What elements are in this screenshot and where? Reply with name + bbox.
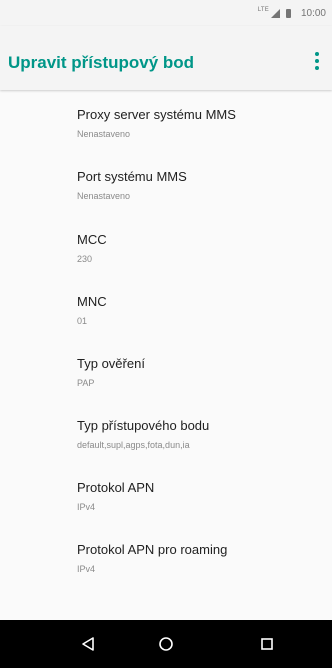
status-bar: LTE 10:00 <box>0 0 332 26</box>
pref-summary: default,supl,agps,fota,dun,ia <box>77 440 190 450</box>
pref-mms-proxy[interactable]: Proxy server systému MMS Nenastaveno <box>77 107 327 139</box>
pref-title: Protokol APN pro roaming <box>77 542 228 557</box>
pref-title: Typ přístupového bodu <box>77 418 210 433</box>
navigation-bar <box>0 620 332 668</box>
more-vert-icon-dot <box>315 59 319 63</box>
app-bar: Upravit přístupový bod <box>0 26 332 90</box>
pref-auth-type[interactable]: Typ ověření PAP <box>77 356 327 388</box>
recents-button[interactable] <box>247 620 287 668</box>
pref-mnc[interactable]: MNC 01 <box>77 294 327 326</box>
more-options-button[interactable] <box>310 50 324 72</box>
pref-mms-port[interactable]: Port systému MMS Nenastaveno <box>77 169 327 201</box>
pref-summary: Nenastaveno <box>77 191 131 201</box>
pref-title: Typ ověření <box>77 356 145 371</box>
more-vert-icon <box>315 52 319 56</box>
battery-icon <box>285 8 291 18</box>
pref-summary: PAP <box>77 378 95 388</box>
pref-title: Port systému MMS <box>77 169 187 184</box>
back-triangle-icon <box>82 637 94 651</box>
pref-title: Protokol APN <box>77 480 155 495</box>
home-button[interactable] <box>146 620 186 668</box>
pref-summary: 01 <box>77 316 88 326</box>
home-circle-icon <box>159 637 173 651</box>
clock: 10:00 <box>300 7 326 19</box>
pref-title: MCC <box>77 232 107 247</box>
back-button[interactable] <box>68 620 108 668</box>
lte-indicator: LTE <box>257 7 269 13</box>
pref-title: Proxy server systému MMS <box>77 107 236 122</box>
pref-apn-roaming-protocol[interactable]: Protokol APN pro roaming IPv4 <box>77 542 327 574</box>
more-vert-icon-dot <box>315 66 319 70</box>
pref-summary: IPv4 <box>77 502 96 512</box>
pref-summary: 230 <box>77 254 93 264</box>
recents-square-icon <box>261 638 273 650</box>
pref-title: MNC <box>77 294 107 309</box>
pref-mcc[interactable]: MCC 230 <box>77 232 327 264</box>
pref-apn-protocol[interactable]: Protokol APN IPv4 <box>77 480 327 512</box>
pref-summary: IPv4 <box>77 564 96 574</box>
page-title: Upravit přístupový bod <box>8 53 195 72</box>
pref-apn-type[interactable]: Typ přístupového bodu default,supl,agps,… <box>77 418 327 450</box>
signal-icon <box>270 8 280 18</box>
pref-summary: Nenastaveno <box>77 129 131 139</box>
